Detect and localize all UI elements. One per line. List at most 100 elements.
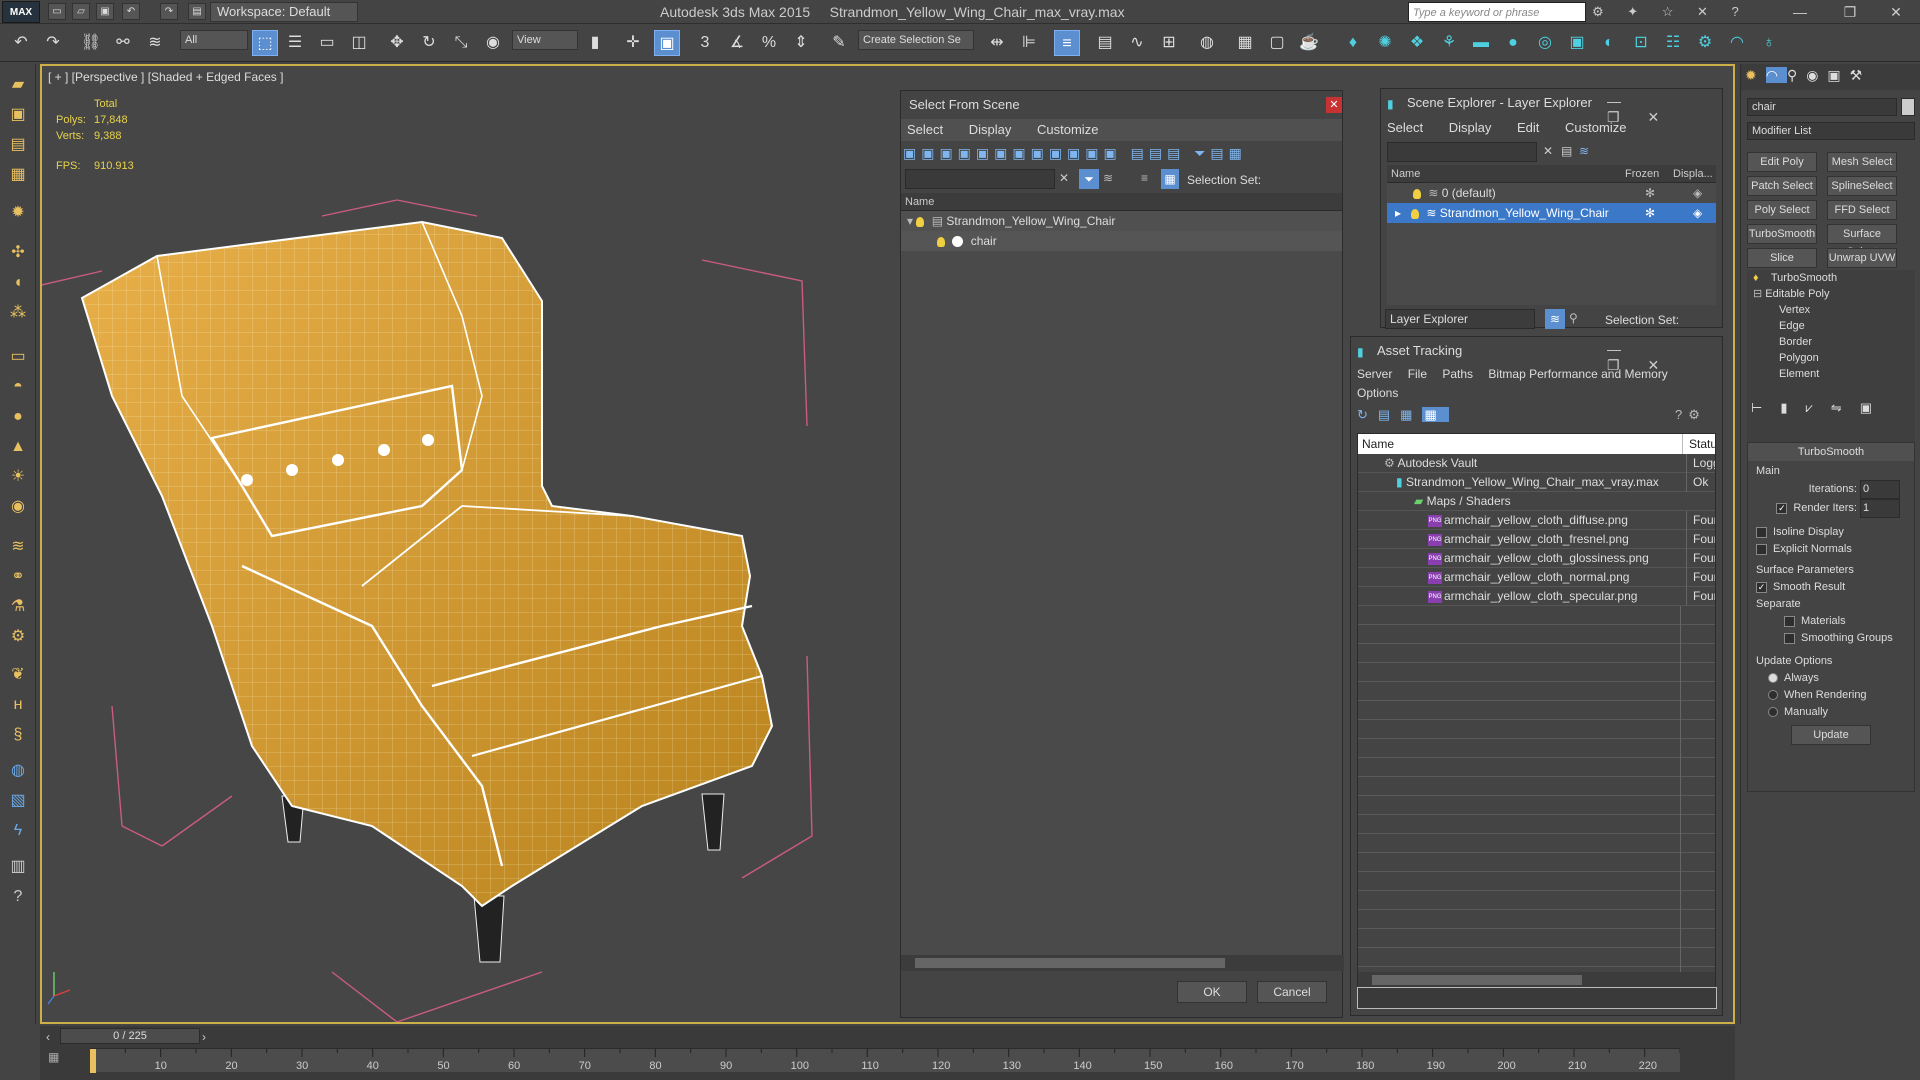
display-icon[interactable]: ◈ bbox=[1693, 203, 1702, 223]
poly-select-button[interactable]: Poly Select bbox=[1747, 200, 1817, 220]
tree-row[interactable]: ▾ ▤ Strandmon_Yellow_Wing_Chair bbox=[901, 211, 1342, 231]
freeze-icon[interactable]: ✻ bbox=[1645, 203, 1655, 223]
hf-tool-icon[interactable]: ʜ bbox=[5, 692, 31, 718]
undo-icon[interactable]: ↶ bbox=[122, 3, 140, 20]
iterations-spinner[interactable]: 0 bbox=[1860, 480, 1900, 499]
menu-select[interactable]: Select bbox=[907, 122, 943, 137]
surface-select-button[interactable]: Surface Select bbox=[1827, 224, 1897, 258]
filter-toolbar[interactable]: ▣▣▣▣▣▣▣▣▣▣▣▣ ▤▤▤ ⏷▤▦ bbox=[901, 141, 1342, 167]
ffd-select-button[interactable]: FFD Select bbox=[1827, 200, 1897, 220]
render-iters-spinner[interactable]: 1 bbox=[1860, 499, 1900, 518]
asset-row[interactable]: PNG armchair_yellow_cloth_glossiness.png F… bbox=[1358, 549, 1715, 568]
scrollbar-thumb[interactable] bbox=[1372, 975, 1582, 985]
save-file-icon[interactable]: ▣ bbox=[96, 3, 114, 20]
image-tool-icon[interactable]: ▧ bbox=[5, 788, 31, 814]
cancel-button[interactable]: Cancel bbox=[1257, 981, 1327, 1003]
close-icon[interactable]: ✕ bbox=[1876, 0, 1916, 24]
light-bulb-icon[interactable] bbox=[1413, 188, 1421, 199]
vray-plane-icon[interactable]: ▬ bbox=[1468, 30, 1494, 56]
object-color-swatch[interactable] bbox=[1901, 98, 1915, 116]
window-controls[interactable]: —❐✕ bbox=[1607, 341, 1722, 374]
name-column-header[interactable]: Name bbox=[901, 193, 1342, 211]
sets-icon[interactable]: ≡ bbox=[1141, 171, 1148, 185]
time-slider[interactable]: 0 / 225 bbox=[60, 1028, 200, 1044]
rotate-icon[interactable]: ↻ bbox=[416, 30, 442, 56]
pivot-icon[interactable]: ▮ bbox=[582, 30, 608, 56]
layers-icon[interactable]: ≋ bbox=[1103, 171, 1113, 185]
vray-sun-icon[interactable]: ✺ bbox=[1372, 30, 1398, 56]
vray-fur-icon[interactable]: ⚘ bbox=[1436, 30, 1462, 56]
scale-icon[interactable]: ⤡ bbox=[448, 30, 474, 56]
layer-row[interactable]: ≋ 0 (default) ✻ ◈ bbox=[1387, 183, 1716, 203]
expand-icon[interactable]: ▸ bbox=[1395, 206, 1401, 220]
patch-select-button[interactable]: Patch Select bbox=[1747, 176, 1817, 196]
asset-row[interactable]: ▮ Strandmon_Yellow_Wing_Chair_max_vray.m… bbox=[1358, 473, 1715, 492]
prev-frame-icon[interactable]: ‹ bbox=[46, 1030, 50, 1044]
render-iters-checkbox[interactable]: ✓ bbox=[1776, 502, 1788, 514]
render-setup-icon[interactable]: ▦ bbox=[1232, 30, 1258, 56]
menu-options[interactable]: Options bbox=[1357, 386, 1398, 400]
vray-settings-icon[interactable]: ⚙ bbox=[1692, 30, 1718, 56]
align-icon[interactable]: ⊫ bbox=[1016, 30, 1042, 56]
snap-icon[interactable]: 3 bbox=[692, 30, 718, 56]
object-name-input[interactable]: chair bbox=[1747, 98, 1897, 116]
mirror-icon[interactable]: ⇹ bbox=[984, 30, 1010, 56]
redo-icon[interactable]: ↷ bbox=[160, 3, 178, 20]
selection-filter-dropdown[interactable]: All bbox=[180, 30, 248, 50]
smooth-result-checkbox[interactable]: ✓ bbox=[1756, 581, 1767, 593]
minimize-icon[interactable]: — bbox=[1780, 0, 1820, 24]
stack-subitem[interactable]: Vertex bbox=[1747, 302, 1915, 318]
percent-snap-icon[interactable]: % bbox=[756, 30, 782, 56]
app-logo[interactable]: MAX bbox=[2, 1, 40, 23]
col-status[interactable]: Status bbox=[1682, 434, 1715, 454]
explorer-type-dropdown[interactable]: Layer Explorer bbox=[1385, 309, 1535, 329]
connect-tool-icon[interactable]: ⚭ bbox=[5, 564, 31, 590]
col-name[interactable]: Name bbox=[1362, 437, 1394, 451]
clear-icon[interactable]: ✕ bbox=[1543, 144, 1553, 158]
project-folder-icon[interactable]: ▤ bbox=[188, 3, 206, 20]
vray-proxy-icon[interactable]: ❖ bbox=[1404, 30, 1430, 56]
track-bar[interactable]: 10 20 30 40 50 60 70 80 90 100 110 120 130 140 150 160 1… bbox=[89, 1048, 1681, 1073]
clear-icon[interactable]: ✕ bbox=[1059, 171, 1069, 185]
menu-select[interactable]: Select bbox=[1387, 120, 1423, 135]
material-editor-icon[interactable]: ◍ bbox=[1194, 30, 1220, 56]
spline-select-button[interactable]: SplineSelect bbox=[1827, 176, 1897, 196]
stack-tools[interactable]: ⊢▮⩗⇋▣ bbox=[1747, 400, 1915, 422]
menu-edit[interactable]: Edit bbox=[1517, 120, 1539, 135]
workspace-dropdown[interactable]: Workspace: Default bbox=[210, 2, 358, 22]
window-controls[interactable]: —❐✕ bbox=[1607, 93, 1722, 126]
vray-light-lister-icon[interactable]: ☷ bbox=[1660, 30, 1686, 56]
window-crossing-icon[interactable]: ◫ bbox=[346, 30, 372, 56]
compound-tool-icon[interactable]: ⚗ bbox=[5, 594, 31, 620]
new-file-icon[interactable]: ▭ bbox=[48, 3, 66, 20]
edit-named-sets-icon[interactable]: ✎ bbox=[826, 30, 852, 56]
vray-frame-buffer-icon[interactable]: ▣ bbox=[1564, 30, 1590, 56]
collapse-icon[interactable]: ⊟ bbox=[1753, 288, 1762, 300]
render-icon[interactable]: ☕ bbox=[1296, 30, 1322, 56]
clipboard-tool-icon[interactable]: ▥ bbox=[5, 854, 31, 880]
spinner-snap-icon[interactable]: ⇕ bbox=[788, 30, 814, 56]
rollout-title[interactable]: TurboSmooth bbox=[1748, 443, 1914, 461]
tree-row[interactable]: chair bbox=[901, 231, 1342, 251]
update-button[interactable]: Update bbox=[1791, 725, 1871, 745]
command-panel-tabs[interactable]: ✹◠⚲◉▣⚒ bbox=[1741, 64, 1920, 90]
menu-server[interactable]: Server bbox=[1357, 367, 1392, 381]
vray-light-icon[interactable]: ♦ bbox=[1340, 30, 1366, 56]
spacewarp-tool-icon[interactable]: ◖ bbox=[5, 270, 31, 296]
horizontal-scrollbar[interactable] bbox=[1358, 972, 1715, 988]
next-frame-icon[interactable]: › bbox=[202, 1030, 206, 1044]
layer-row[interactable]: ▸ ≋ Strandmon_Yellow_Wing_Chair ✻ ◈ bbox=[1387, 203, 1716, 223]
particle-tool-icon[interactable]: ⁂ bbox=[5, 300, 31, 326]
stack-subitem[interactable]: Border bbox=[1747, 334, 1915, 350]
modifier-list-dropdown[interactable]: Modifier List bbox=[1747, 122, 1915, 140]
plant-tool-icon[interactable]: ❦ bbox=[5, 662, 31, 688]
snake-tool-icon[interactable]: § bbox=[5, 722, 31, 748]
isoline-checkbox[interactable] bbox=[1756, 526, 1767, 538]
freeze-icon[interactable]: ✻ bbox=[1645, 183, 1655, 203]
horizontal-scrollbar[interactable] bbox=[901, 955, 1344, 971]
redo-icon[interactable]: ↷ bbox=[40, 30, 66, 56]
menu-display[interactable]: Display bbox=[969, 122, 1012, 137]
box-tool-icon[interactable]: ▣ bbox=[5, 102, 31, 128]
geosphere-tool-icon[interactable]: ● bbox=[5, 404, 31, 430]
menu-file[interactable]: File bbox=[1408, 367, 1427, 381]
